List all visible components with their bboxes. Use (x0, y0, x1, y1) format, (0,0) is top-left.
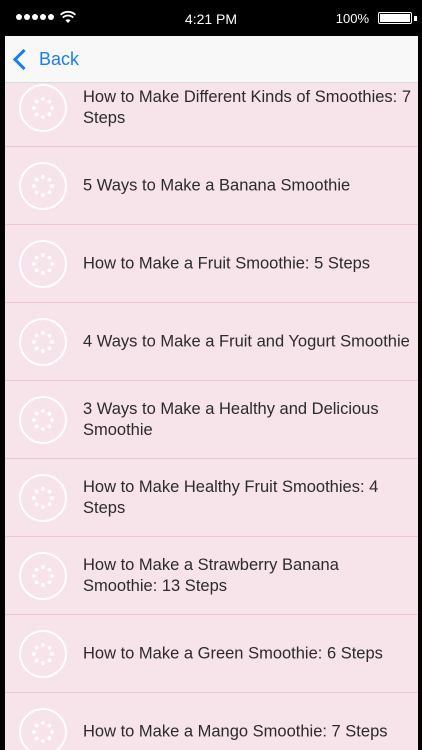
list-item-title: 3 Ways to Make a Healthy and Delicious S… (83, 399, 379, 439)
list-item-title: How to Make Different Kinds of Smoothies… (83, 87, 412, 127)
back-button-label: Back (39, 48, 80, 69)
chevron-left-icon (12, 48, 35, 70)
list-item-title: How to Make a Green Smoothie: 6 Steps (83, 644, 383, 662)
navigation-bar: Back (0, 36, 422, 83)
loading-spinner-icon (19, 708, 67, 750)
list-item[interactable]: How to Make a Strawberry Banana Smoothie… (0, 537, 422, 615)
back-button[interactable]: Back (12, 46, 79, 72)
phone-screen: 4:21 PM 100% Back How to Make Different … (0, 0, 422, 750)
list-item[interactable]: 5 Ways to Make a Banana Smoothie (0, 147, 422, 225)
list-item[interactable]: How to Make a Green Smoothie: 6 Steps (0, 615, 422, 693)
battery-percentage: 100% (335, 11, 369, 26)
bezel-right (418, 0, 422, 750)
loading-spinner-icon (19, 474, 67, 522)
list-item-title: How to Make a Strawberry Banana Smoothie… (83, 555, 339, 595)
list-item-title: How to Make a Mango Smoothie: 7 Steps (83, 722, 388, 740)
loading-spinner-icon (19, 396, 67, 444)
status-bar: 4:21 PM 100% (0, 0, 422, 36)
list-item[interactable]: How to Make Healthy Fruit Smoothies: 4 S… (0, 459, 422, 537)
list-item[interactable]: 3 Ways to Make a Healthy and Delicious S… (0, 381, 422, 459)
loading-spinner-icon (19, 162, 67, 210)
list-item-title: 4 Ways to Make a Fruit and Yogurt Smooth… (83, 332, 410, 350)
list-item[interactable]: How to Make a Fruit Smoothie: 5 Steps (0, 225, 422, 303)
article-list[interactable]: How to Make Different Kinds of Smoothies… (0, 82, 422, 750)
list-item-title: How to Make Healthy Fruit Smoothies: 4 S… (83, 477, 379, 517)
bezel-left (0, 0, 5, 750)
list-item[interactable]: How to Make Different Kinds of Smoothies… (0, 82, 422, 147)
loading-spinner-icon (19, 552, 67, 600)
list-item[interactable]: How to Make a Mango Smoothie: 7 Steps (0, 693, 422, 750)
list-item-title: 5 Ways to Make a Banana Smoothie (83, 176, 351, 194)
loading-spinner-icon (19, 240, 67, 288)
battery-tip (414, 16, 417, 21)
battery-icon (378, 12, 412, 24)
loading-spinner-icon (19, 630, 67, 678)
loading-spinner-icon (19, 318, 67, 366)
loading-spinner-icon (19, 84, 67, 132)
list-item[interactable]: 4 Ways to Make a Fruit and Yogurt Smooth… (0, 303, 422, 381)
list-item-title: How to Make a Fruit Smoothie: 5 Steps (83, 254, 371, 272)
